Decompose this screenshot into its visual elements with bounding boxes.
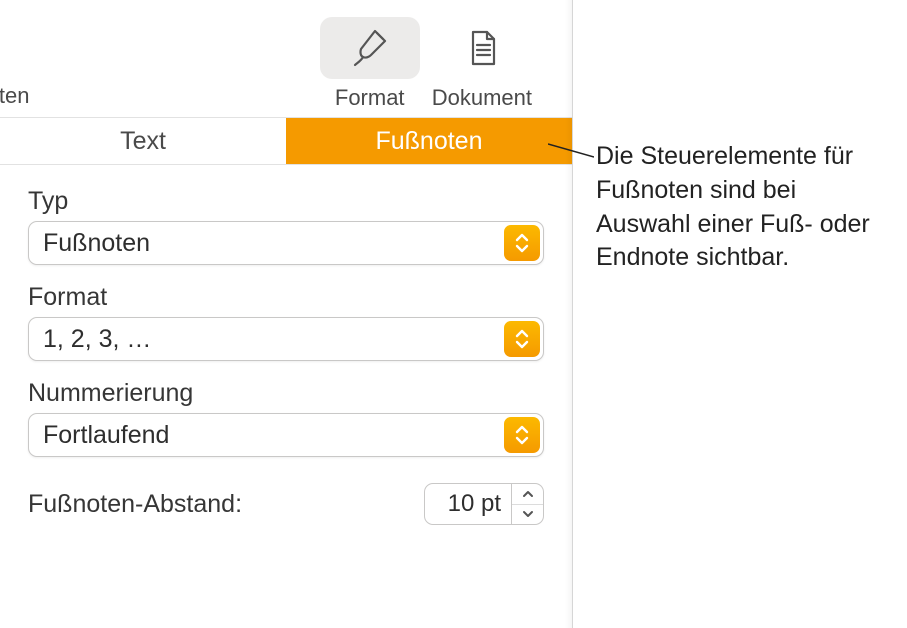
callout-text: Die Steuerelemente für Fußnoten sind bei… — [596, 140, 896, 275]
type-label: Typ — [28, 187, 544, 216]
toolbar-group: Format Dokument — [314, 17, 538, 111]
format-value: 1, 2, 3, … — [43, 325, 529, 354]
updown-icon — [504, 225, 540, 261]
type-field: Typ Fußnoten — [28, 187, 544, 265]
inspector-panel: arbeiten Format — [0, 0, 573, 628]
footnote-controls: Typ Fußnoten Format 1, 2, 3, … — [0, 165, 572, 547]
spacing-label: Fußnoten-Abstand: — [28, 490, 242, 519]
stepper-down[interactable] — [512, 505, 543, 525]
chevron-up-icon — [521, 489, 535, 499]
document-tool[interactable]: Dokument — [426, 17, 538, 111]
numbering-field: Nummerierung Fortlaufend — [28, 379, 544, 457]
numbering-value: Fortlaufend — [43, 421, 529, 450]
tab-footnotes[interactable]: Fußnoten — [286, 118, 572, 164]
spacing-stepper: 10 pt — [424, 483, 544, 525]
stepper-up[interactable] — [512, 484, 543, 505]
numbering-dropdown[interactable]: Fortlaufend — [28, 413, 544, 457]
updown-icon — [504, 417, 540, 453]
toolbar: arbeiten Format — [0, 0, 572, 118]
inspector-tabs: Text Fußnoten — [0, 118, 572, 165]
updown-icon — [504, 321, 540, 357]
format-tool-label: Format — [335, 85, 405, 111]
format-tool[interactable]: Format — [314, 17, 426, 111]
spacing-value[interactable]: 10 pt — [424, 483, 512, 525]
document-icon — [432, 17, 532, 79]
stepper-buttons — [512, 483, 544, 525]
type-dropdown[interactable]: Fußnoten — [28, 221, 544, 265]
numbering-label: Nummerierung — [28, 379, 544, 408]
type-value: Fußnoten — [43, 229, 529, 258]
format-field: Format 1, 2, 3, … — [28, 283, 544, 361]
spacing-field: Fußnoten-Abstand: 10 pt — [28, 483, 544, 525]
toolbar-left-label: arbeiten — [0, 83, 30, 109]
document-tool-label: Dokument — [432, 85, 532, 111]
format-dropdown[interactable]: 1, 2, 3, … — [28, 317, 544, 361]
chevron-down-icon — [521, 509, 535, 519]
format-label: Format — [28, 283, 544, 312]
brush-icon — [320, 17, 420, 79]
tab-text[interactable]: Text — [0, 118, 286, 164]
